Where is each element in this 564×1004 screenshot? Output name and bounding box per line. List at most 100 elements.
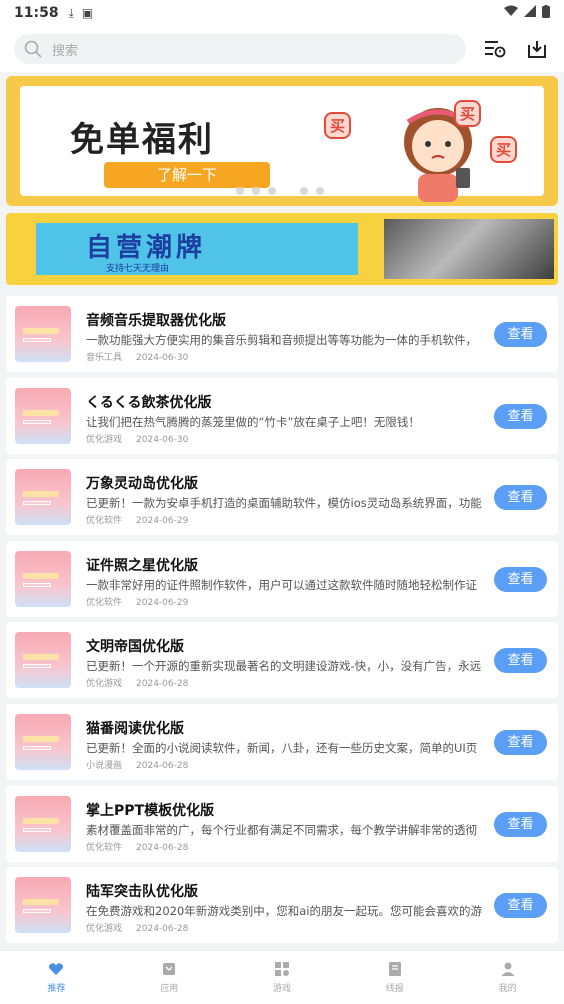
history-button[interactable] <box>482 36 508 62</box>
app-description: 一款非常好用的证件照制作软件，用户可以通过这款软件随时随地轻松制作证 <box>86 577 477 592</box>
app-category: 优化游戏 <box>86 434 123 445</box>
brand-banner-subtitle: 支持七天无理由 <box>106 264 170 274</box>
top-bar: 搜索 <box>0 26 564 72</box>
app-meta: 音乐工具 2024-06-30 <box>86 350 188 363</box>
list-item[interactable]: くるくる飲茶优化版 让我们把在热气腾腾的蒸笼里做的“竹卡”放在桌子上吧！无限钱！ 优… <box>6 377 558 454</box>
pagination-dot-active[interactable] <box>284 187 292 195</box>
app-thumbnail <box>15 795 71 852</box>
download-manager-button[interactable] <box>524 36 550 62</box>
banner-pagination <box>236 187 324 195</box>
brand-banner-photo <box>384 219 554 279</box>
app-meta: 小说漫画 2024-06-28 <box>86 758 188 771</box>
pagination-dot[interactable] <box>236 187 244 195</box>
tab-label: 游戏 <box>272 984 291 994</box>
app-date: 2024-06-28 <box>136 842 189 853</box>
app-date: 2024-06-29 <box>136 597 189 608</box>
tab-4[interactable]: 我的 <box>451 951 564 1004</box>
app-date: 2024-06-30 <box>136 353 189 363</box>
tab-3[interactable]: 线报 <box>338 951 451 1004</box>
tab-label: 应用 <box>160 984 179 994</box>
banner-sticker: 买 <box>324 112 352 139</box>
view-button[interactable]: 查看 <box>494 893 547 919</box>
pagination-dot[interactable] <box>268 187 276 195</box>
pagination-dot[interactable] <box>300 187 308 195</box>
app-category: 优化软件 <box>86 842 123 853</box>
app-thumbnail <box>15 550 71 607</box>
app-name: くるくる飲茶优化版 <box>86 394 212 411</box>
app-date: 2024-06-29 <box>136 516 189 527</box>
user-icon <box>500 961 516 977</box>
app-category: 优化游戏 <box>86 924 123 935</box>
app-category: 优化游戏 <box>86 679 123 690</box>
heart-icon <box>48 961 64 977</box>
app-date: 2024-06-28 <box>136 679 189 690</box>
view-button[interactable]: 查看 <box>494 648 547 674</box>
app-description: 已更新！一款为安卓手机打造的桌面辅助软件，模仿ios灵动岛系统界面，功能 <box>86 496 482 511</box>
tab-label: 我的 <box>498 984 517 994</box>
app-category: 小说漫画 <box>86 760 123 771</box>
app-meta: 优化游戏 2024-06-30 <box>86 432 188 445</box>
app-name: 掌上PPT模板优化版 <box>86 802 215 819</box>
search-input[interactable]: 搜索 <box>14 34 466 64</box>
search-placeholder: 搜索 <box>52 43 79 59</box>
battery-icon <box>542 4 550 22</box>
app-meta: 优化软件 2024-06-29 <box>86 595 188 608</box>
view-button[interactable]: 查看 <box>494 729 547 755</box>
app-name: 音频音乐提取器优化版 <box>86 313 226 329</box>
app-name: 文明帝国优化版 <box>86 639 184 656</box>
notification-icon: ▣ <box>81 6 94 20</box>
app-description: 素材覆盖面非常的广，每个行业都有满足不同需求，每个教学讲解非常的透彻 <box>86 822 477 837</box>
view-button[interactable]: 查看 <box>494 403 547 429</box>
app-date: 2024-06-28 <box>136 924 189 935</box>
list-item[interactable]: 音频音乐提取器优化版 一款功能强大方便实用的集音乐剪辑和音频提出等等功能为一体的手… <box>6 296 558 372</box>
wifi-icon <box>504 5 518 21</box>
app-thumbnail <box>15 877 71 934</box>
banner-sticker: 买 <box>490 136 518 163</box>
history-list-icon <box>485 41 506 58</box>
app-thumbnail <box>15 387 71 444</box>
app-name: 陆军突击队优化版 <box>86 884 198 901</box>
list-item[interactable]: 陆军突击队优化版 在免费游戏和2020年新游戏类别中，您和ai的朋友一起玩。您可能… <box>6 867 558 944</box>
app-category: 优化软件 <box>86 516 123 527</box>
brand-banner[interactable]: 自营潮牌 支持七天无理由 <box>6 213 558 285</box>
tab-2[interactable]: 游戏 <box>226 951 339 1004</box>
bottom-tab-bar: 推荐 应用 游戏 线报 我的 <box>0 950 564 1004</box>
app-meta: 优化游戏 2024-06-28 <box>86 921 188 934</box>
cartoon-girl-illustration <box>404 108 472 202</box>
app-icon <box>161 961 177 977</box>
app-thumbnail <box>15 306 71 362</box>
pagination-dot[interactable] <box>316 187 324 195</box>
app-name: 万象灵动岛优化版 <box>86 476 198 493</box>
view-button[interactable]: 查看 <box>494 485 547 511</box>
app-list: 音频音乐提取器优化版 一款功能强大方便实用的集音乐剪辑和音频提出等等功能为一体的手… <box>6 296 558 949</box>
view-button[interactable]: 查看 <box>494 322 547 347</box>
app-meta: 优化软件 2024-06-28 <box>86 840 188 853</box>
status-bar: 11:58 ⤓ ▣ <box>0 0 564 26</box>
app-thumbnail <box>15 469 71 526</box>
app-name: 猫番阅读优化版 <box>86 720 184 737</box>
tab-label: 推荐 <box>47 984 66 994</box>
list-item[interactable]: 万象灵动岛优化版已更新！一款为安卓手机打造的桌面辅助软件，模仿ios灵动岛系统界… <box>6 459 558 536</box>
list-item[interactable]: 文明帝国优化版已更新！一个开源的重新实现最著名的文明建设游戏-快，小，没有广告，… <box>6 622 558 699</box>
list-item[interactable]: 证件照之星优化版 一款非常好用的证件照制作软件，用户可以通过这款软件随时随地轻松制… <box>6 540 558 617</box>
pagination-dot[interactable] <box>252 187 260 195</box>
list-item[interactable]: 掌上PPT模板优化版素材覆盖面非常的广，每个行业都有满足不同需求，每个教学讲解非… <box>6 785 558 862</box>
status-time: 11:58 <box>14 5 59 21</box>
tab-0[interactable]: 推荐 <box>0 951 113 1004</box>
search-icon <box>24 40 42 58</box>
tab-1[interactable]: 应用 <box>113 951 226 1004</box>
app-thumbnail <box>15 713 71 770</box>
app-date: 2024-06-30 <box>136 434 189 445</box>
banner-sticker: 买 <box>454 100 482 127</box>
list-item[interactable]: 猫番阅读优化版已更新！全面的小说阅读软件，新闻，八卦，还有一些历史文案，简单的U… <box>6 703 558 780</box>
banner-cta-button[interactable]: 了解一下 <box>104 162 270 188</box>
brand-banner-title: 自营潮牌 <box>86 233 207 263</box>
grid-icon <box>274 961 290 977</box>
app-description: 已更新！全面的小说阅读软件，新闻，八卦，还有一些历史文案，简单的UI页 <box>86 740 478 755</box>
view-button[interactable]: 查看 <box>494 811 547 837</box>
app-meta: 优化软件 2024-06-29 <box>86 513 188 526</box>
app-description: 已更新！一个开源的重新实现最著名的文明建设游戏-快，小，没有广告，永远 <box>86 659 482 674</box>
app-date: 2024-06-28 <box>136 760 189 771</box>
app-category: 音乐工具 <box>86 353 123 363</box>
view-button[interactable]: 查看 <box>494 566 547 592</box>
